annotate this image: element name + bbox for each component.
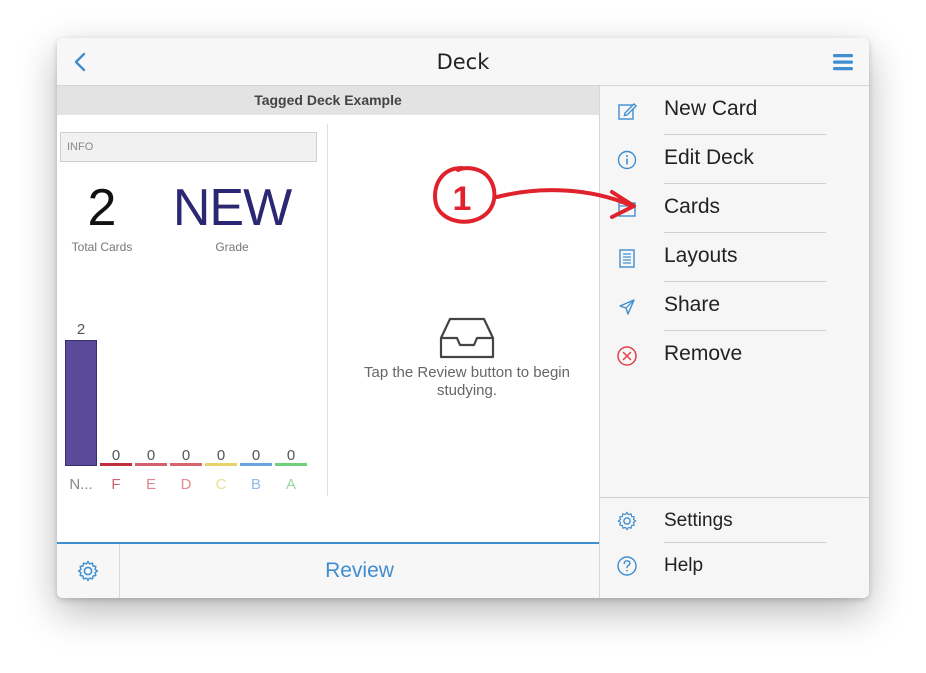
menu-item-share[interactable]: Share — [600, 282, 869, 331]
empty-state: Tap the Review button to begin studying. — [347, 316, 587, 400]
grade-distribution-chart: 2 N... 0 F 0 E 0 D 0 C 0 B 0 A — [65, 318, 311, 498]
chart-data-label: 0 — [146, 447, 156, 464]
total-cards-label: Total Cards — [71, 240, 133, 254]
menu-item-edit-deck[interactable]: Edit Deck — [600, 135, 869, 184]
menu-item-label: Settings — [664, 510, 733, 531]
menu-item-label: Cards — [664, 195, 721, 218]
total-cards-value: 2 — [87, 179, 117, 237]
deck-detail-pane: Tagged Deck Example INFO 2 Total Cards N… — [57, 86, 599, 598]
chart-data-label: 0 — [111, 447, 121, 464]
menu-item-remove[interactable]: Remove — [600, 331, 869, 380]
deck-name-header: Tagged Deck Example — [57, 86, 599, 115]
bottom-toolbar: Review — [57, 542, 599, 598]
send-icon — [619, 299, 635, 315]
menu-item-label: Edit Deck — [664, 146, 754, 169]
chart-data-label: 0 — [286, 447, 296, 464]
hamburger-menu-icon[interactable] — [831, 50, 855, 74]
chart-data-label: 0 — [216, 447, 226, 464]
chart-data-label: 0 — [181, 447, 191, 464]
menu-item-layouts[interactable]: Layouts — [600, 233, 869, 282]
chart-category-label: B — [250, 476, 261, 493]
grade-label: Grade — [215, 240, 249, 254]
menu-item-help[interactable]: Help — [600, 543, 869, 588]
inbox-tray-icon — [439, 317, 495, 359]
chart-data-label: 0 — [251, 447, 261, 464]
grade-value: NEW — [172, 179, 292, 237]
menu-item-label: Layouts — [664, 244, 738, 267]
card-icon — [618, 202, 636, 217]
help-icon — [617, 556, 637, 576]
gear-icon — [77, 560, 99, 582]
navigation-bar: Deck — [57, 38, 869, 86]
deck-menu-panel: New Card Edit Deck Cards Layouts Share R… — [599, 86, 869, 598]
menu-item-cards[interactable]: Cards — [600, 184, 869, 233]
chart-data-label: 2 — [76, 321, 86, 338]
chart-category-label: C — [215, 476, 227, 493]
chart-bar — [65, 340, 97, 466]
chart-category-label: F — [111, 476, 121, 493]
menu-item-new-card[interactable]: New Card — [600, 86, 869, 135]
review-button[interactable]: Review — [120, 544, 599, 598]
layouts-icon — [619, 249, 635, 268]
pane-divider — [327, 124, 328, 496]
remove-icon — [617, 346, 637, 366]
menu-item-label: New Card — [664, 97, 758, 120]
menu-item-settings[interactable]: Settings — [600, 498, 869, 543]
app-window: Deck Tagged Deck Example INFO 2 Total Ca… — [57, 38, 869, 598]
chart-category-label: A — [285, 476, 296, 493]
info-section-header: INFO — [60, 132, 317, 162]
deck-settings-button[interactable] — [57, 544, 120, 598]
gear-icon — [617, 511, 637, 531]
empty-state-text: Tap the Review button to begin studying. — [364, 364, 570, 399]
page-title: Deck — [436, 50, 490, 74]
chart-category-label: D — [180, 476, 192, 493]
edit-icon — [618, 103, 637, 120]
info-icon — [617, 150, 637, 170]
menu-item-label: Share — [664, 293, 721, 316]
chart-category-label: N... — [69, 476, 93, 493]
chart-category-label: E — [145, 476, 156, 493]
menu-item-label: Help — [664, 555, 704, 576]
menu-item-label: Remove — [664, 342, 743, 365]
